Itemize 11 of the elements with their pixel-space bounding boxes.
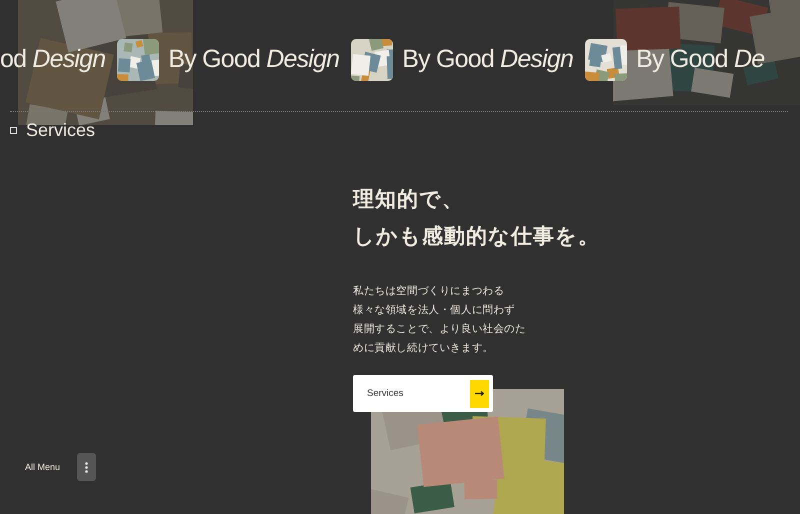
nav-link[interactable]: Services: [26, 120, 96, 141]
slogan-text: By Good Design: [168, 47, 340, 72]
bullet-icon: [10, 127, 17, 134]
menu-label: All Menu: [25, 462, 60, 472]
more-icon: [85, 462, 88, 472]
hero-text: 私たちは空間づくりにまつわる 様々な領域を法人・個人に問わず 展開することで、より良い社会のた めに貢献し続けていきます。: [353, 284, 527, 356]
hero-heading: 理知的で、 しかも感動的な仕事を。: [353, 186, 601, 250]
slogan-text: By Good Design: [402, 47, 574, 72]
services-button[interactable]: Services: [353, 375, 493, 412]
menu-button[interactable]: [77, 453, 96, 481]
arrow-icon: [475, 391, 484, 396]
